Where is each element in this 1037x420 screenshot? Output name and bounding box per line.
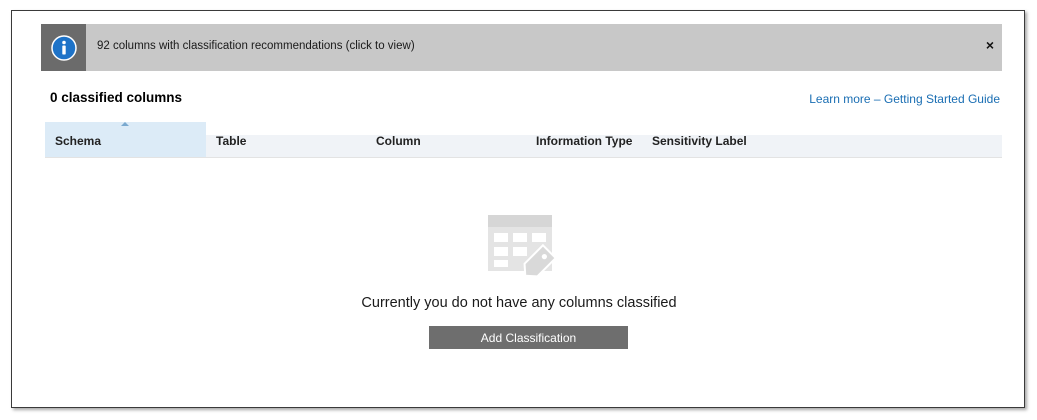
banner-icon-box [41,24,86,71]
empty-state-message: Currently you do not have any columns cl… [361,295,677,311]
column-header-schema[interactable]: Schema [45,122,206,157]
column-header-sensitivity-label[interactable]: Sensitivity Label [642,122,802,157]
column-header-label: Sensitivity Label [652,134,747,148]
column-header-label: Table [216,134,247,148]
column-header-label: Information Type [536,134,633,148]
column-header-column[interactable]: Column [366,122,526,157]
recommendations-banner[interactable]: 92 columns with classification recommend… [41,24,1002,71]
column-header-information-type[interactable]: Information Type [526,122,642,157]
add-classification-button[interactable]: Add Classification [429,326,628,349]
sort-ascending-icon [121,122,129,126]
banner-message[interactable]: 92 columns with classification recommend… [97,40,415,52]
classified-count-heading: 0 classified columns [50,90,183,105]
info-icon [50,34,77,61]
table-tag-icon [488,215,558,278]
getting-started-link[interactable]: Learn more – Getting Started Guide [809,92,1000,106]
classification-panel: 92 columns with classification recommend… [11,10,1025,408]
grid-header: Schema Table Column Information Type Sen… [45,122,1002,158]
column-header-label: Schema [55,134,102,148]
close-icon[interactable]: × [982,37,998,53]
column-header-table[interactable]: Table [206,122,366,157]
column-header-label: Column [376,134,421,148]
